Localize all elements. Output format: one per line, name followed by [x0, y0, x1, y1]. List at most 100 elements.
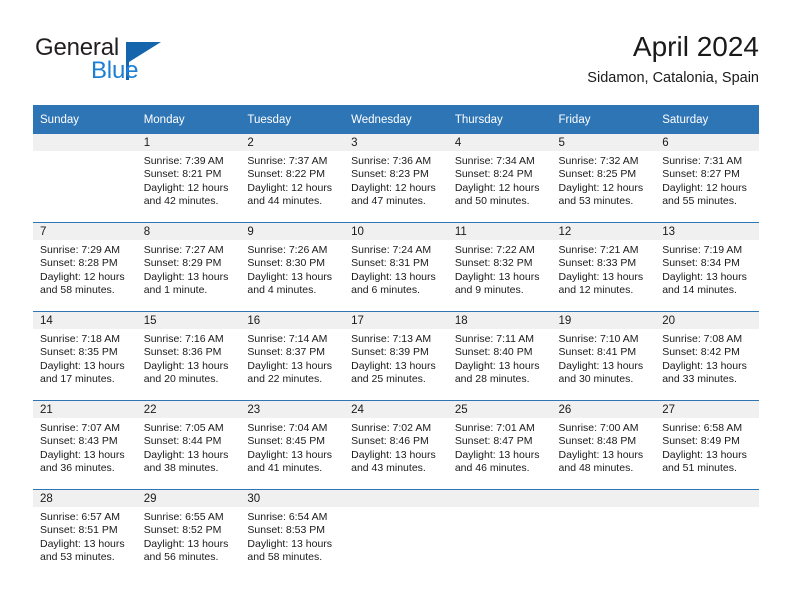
- calendar-day-cell[interactable]: 13 Sunrise: 7:19 AM Sunset: 8:34 PM Dayligh…: [655, 222, 759, 312]
- calendar-day-cell[interactable]: 26 Sunrise: 7:00 AM Sunset: 8:48 PM Dayligh…: [551, 400, 656, 490]
- sunset-text: Sunset: 8:30 PM: [247, 257, 326, 270]
- calendar-day-cell[interactable]: 9 Sunrise: 7:26 AM Sunset: 8:30 PM Daylight…: [240, 222, 345, 312]
- daylight-text-line1: Daylight: 13 hours: [454, 359, 540, 372]
- calendar-day-cell[interactable]: 5 Sunrise: 7:32 AM Sunset: 8:25 PM Daylight…: [551, 134, 656, 223]
- sunset-text: Sunset: 8:27 PM: [662, 168, 740, 181]
- calendar-day-cell[interactable]: [551, 489, 656, 578]
- calendar-day-cell[interactable]: 16 Sunrise: 7:14 AM Sunset: 8:37 PM Dayligh…: [240, 311, 345, 401]
- sunset-text: Sunset: 8:22 PM: [247, 168, 326, 181]
- day-cell-inner: 29 Sunrise: 6:55 AM Sunset: 8:52 PM Dayligh…: [136, 490, 241, 578]
- calendar-day-cell[interactable]: [655, 489, 759, 578]
- day-number: 25: [447, 401, 552, 418]
- day-number: 29: [136, 490, 241, 507]
- day-cell-inner: 16 Sunrise: 7:14 AM Sunset: 8:37 PM Dayligh…: [240, 312, 345, 400]
- sunrise-text: Sunrise: 6:58 AM: [662, 422, 743, 434]
- day-details: Sunrise: 7:14 AM Sunset: 8:37 PM Daylight:…: [240, 329, 344, 387]
- calendar-day-cell[interactable]: 29 Sunrise: 6:55 AM Sunset: 8:52 PM Dayligh…: [136, 489, 241, 578]
- calendar-day-cell[interactable]: 18 Sunrise: 7:11 AM Sunset: 8:40 PM Dayligh…: [447, 311, 552, 401]
- calendar-week-row: 1 Sunrise: 7:39 AM Sunset: 8:21 PM Daylight…: [33, 134, 759, 223]
- daylight-text-line2: and 55 minutes.: [662, 195, 737, 208]
- sunrise-text: Sunrise: 7:10 AM: [558, 333, 639, 345]
- daylight-text-line2: and 50 minutes.: [454, 195, 530, 208]
- calendar-day-cell[interactable]: 28 Sunrise: 6:57 AM Sunset: 8:51 PM Dayligh…: [33, 489, 137, 578]
- day-number: 8: [136, 223, 241, 240]
- daylight-text-line1: Daylight: 13 hours: [247, 359, 333, 372]
- day-number: 13: [655, 223, 759, 240]
- sunset-text: Sunset: 8:41 PM: [558, 346, 637, 359]
- calendar-day-cell[interactable]: 19 Sunrise: 7:10 AM Sunset: 8:41 PM Dayligh…: [551, 311, 656, 401]
- sunrise-text: Sunrise: 7:13 AM: [351, 333, 432, 345]
- calendar-day-cell[interactable]: 12 Sunrise: 7:21 AM Sunset: 8:33 PM Dayligh…: [551, 222, 656, 312]
- daylight-text-line2: and 36 minutes.: [40, 462, 115, 475]
- sunrise-text: Sunrise: 6:54 AM: [247, 511, 328, 523]
- calendar-day-cell[interactable]: 24 Sunrise: 7:02 AM Sunset: 8:46 PM Dayligh…: [344, 400, 448, 490]
- calendar-day-cell[interactable]: 3 Sunrise: 7:36 AM Sunset: 8:23 PM Daylight…: [344, 134, 448, 223]
- calendar-day-cell[interactable]: 27 Sunrise: 6:58 AM Sunset: 8:49 PM Dayligh…: [655, 400, 759, 490]
- calendar-day-cell[interactable]: [344, 489, 448, 578]
- calendar-day-cell[interactable]: 15 Sunrise: 7:16 AM Sunset: 8:36 PM Dayligh…: [136, 311, 241, 401]
- sunset-text: Sunset: 8:29 PM: [143, 257, 222, 270]
- sunset-text: Sunset: 8:31 PM: [351, 257, 429, 270]
- weekday-header-row: Sunday Monday Tuesday Wednesday Thursday…: [33, 105, 759, 134]
- calendar-day-cell[interactable]: 21 Sunrise: 7:07 AM Sunset: 8:43 PM Dayligh…: [33, 400, 137, 490]
- sunrise-text: Sunrise: 7:02 AM: [351, 422, 432, 434]
- sunset-text: Sunset: 8:36 PM: [143, 346, 222, 359]
- calendar-day-cell[interactable]: 8 Sunrise: 7:27 AM Sunset: 8:29 PM Daylight…: [136, 222, 241, 312]
- day-cell-inner: 25 Sunrise: 7:01 AM Sunset: 8:47 PM Dayligh…: [447, 401, 552, 489]
- daylight-text-line1: Daylight: 13 hours: [662, 270, 747, 283]
- daylight-text-line2: and 44 minutes.: [247, 195, 323, 208]
- calendar-day-cell[interactable]: 2 Sunrise: 7:37 AM Sunset: 8:22 PM Daylight…: [240, 134, 345, 223]
- day-cell-inner: 22 Sunrise: 7:05 AM Sunset: 8:44 PM Dayligh…: [136, 401, 241, 489]
- generalblue-logo[interactable]: General Blue: [35, 34, 205, 90]
- sunrise-text: Sunrise: 7:27 AM: [143, 244, 224, 256]
- daylight-text-line1: Daylight: 13 hours: [143, 448, 229, 461]
- calendar-day-cell[interactable]: 11 Sunrise: 7:22 AM Sunset: 8:32 PM Dayligh…: [447, 222, 552, 312]
- day-number: 24: [344, 401, 448, 418]
- calendar-day-cell[interactable]: 17 Sunrise: 7:13 AM Sunset: 8:39 PM Dayligh…: [344, 311, 448, 401]
- day-number: 12: [551, 223, 656, 240]
- day-number: 26: [551, 401, 656, 418]
- daylight-text-line1: Daylight: 13 hours: [351, 448, 436, 461]
- calendar-day-cell[interactable]: 20 Sunrise: 7:08 AM Sunset: 8:42 PM Dayligh…: [655, 311, 759, 401]
- calendar-day-cell[interactable]: 30 Sunrise: 6:54 AM Sunset: 8:53 PM Dayligh…: [240, 489, 345, 578]
- day-cell-inner: [33, 134, 137, 222]
- daylight-text-line1: Daylight: 13 hours: [247, 448, 333, 461]
- calendar-day-cell[interactable]: [33, 134, 137, 223]
- day-details: Sunrise: 7:11 AM Sunset: 8:40 PM Daylight:…: [448, 329, 552, 387]
- daylight-text-line2: and 1 minute.: [143, 284, 208, 297]
- day-cell-inner: 2 Sunrise: 7:37 AM Sunset: 8:22 PM Daylight…: [240, 134, 345, 222]
- sunrise-text: Sunrise: 7:26 AM: [247, 244, 328, 256]
- title-block: April 2024 Sidamon, Catalonia, Spain: [587, 30, 759, 89]
- day-cell-inner: 23 Sunrise: 7:04 AM Sunset: 8:45 PM Dayligh…: [240, 401, 345, 489]
- calendar-day-cell[interactable]: 6 Sunrise: 7:31 AM Sunset: 8:27 PM Daylight…: [655, 134, 759, 223]
- daylight-text-line1: Daylight: 13 hours: [143, 359, 229, 372]
- day-number: 18: [447, 312, 552, 329]
- day-details: Sunrise: 7:22 AM Sunset: 8:32 PM Daylight:…: [448, 240, 552, 298]
- calendar-day-cell[interactable]: 23 Sunrise: 7:04 AM Sunset: 8:45 PM Dayligh…: [240, 400, 345, 490]
- calendar-day-cell[interactable]: 10 Sunrise: 7:24 AM Sunset: 8:31 PM Dayligh…: [344, 222, 448, 312]
- day-cell-inner: 5 Sunrise: 7:32 AM Sunset: 8:25 PM Daylight…: [551, 134, 656, 222]
- calendar-day-cell[interactable]: 7 Sunrise: 7:29 AM Sunset: 8:28 PM Daylight…: [33, 222, 137, 312]
- page-header: General Blue April 2024 Sidamon, Catalon…: [33, 30, 759, 98]
- sunset-text: Sunset: 8:42 PM: [662, 346, 740, 359]
- calendar-day-cell[interactable]: 22 Sunrise: 7:05 AM Sunset: 8:44 PM Dayligh…: [136, 400, 241, 490]
- calendar-day-cell[interactable]: 25 Sunrise: 7:01 AM Sunset: 8:47 PM Dayligh…: [447, 400, 552, 490]
- daylight-text-line2: and 47 minutes.: [351, 195, 426, 208]
- day-number: 14: [33, 312, 137, 329]
- sunrise-text: Sunrise: 7:29 AM: [40, 244, 120, 256]
- daylight-text-line1: Daylight: 13 hours: [143, 537, 229, 550]
- daylight-text-line1: Daylight: 12 hours: [247, 181, 333, 194]
- calendar-day-cell[interactable]: 1 Sunrise: 7:39 AM Sunset: 8:21 PM Daylight…: [136, 134, 241, 223]
- calendar-day-cell[interactable]: 4 Sunrise: 7:34 AM Sunset: 8:24 PM Daylight…: [447, 134, 552, 223]
- sunset-text: Sunset: 8:40 PM: [454, 346, 533, 359]
- day-number: 17: [344, 312, 448, 329]
- day-cell-inner: 9 Sunrise: 7:26 AM Sunset: 8:30 PM Daylight…: [240, 223, 345, 311]
- daylight-text-line2: and 30 minutes.: [558, 373, 634, 386]
- calendar-body: 1 Sunrise: 7:39 AM Sunset: 8:21 PM Daylight…: [33, 134, 759, 578]
- daylight-text-line1: Daylight: 13 hours: [351, 270, 436, 283]
- sunrise-text: Sunrise: 6:55 AM: [143, 511, 224, 523]
- calendar-day-cell[interactable]: [447, 489, 552, 578]
- day-cell-inner: 19 Sunrise: 7:10 AM Sunset: 8:41 PM Dayligh…: [551, 312, 656, 400]
- sunset-text: Sunset: 8:43 PM: [40, 435, 118, 448]
- calendar-day-cell[interactable]: 14 Sunrise: 7:18 AM Sunset: 8:35 PM Dayligh…: [33, 311, 137, 401]
